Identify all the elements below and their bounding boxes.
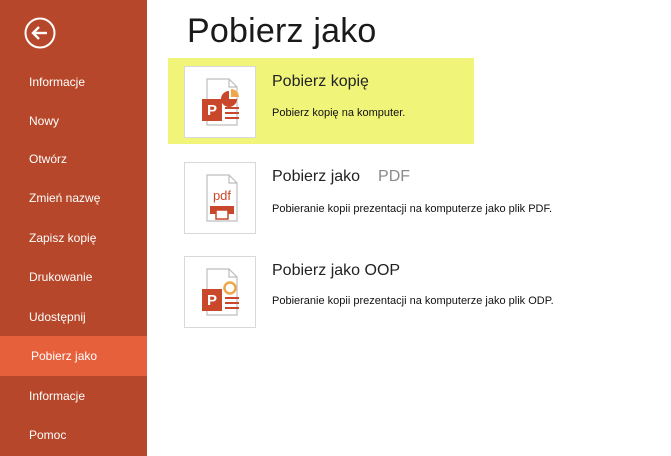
- back-button[interactable]: [24, 17, 56, 49]
- sidebar-item-zmien-nazwe[interactable]: Zmień nazwę: [0, 178, 147, 218]
- option-title: Pobierz jako PDF: [272, 168, 411, 185]
- sidebar-item-pobierz-jako[interactable]: Pobierz jako: [0, 336, 147, 376]
- option-tile: pdf: [184, 162, 256, 234]
- sidebar: Informacje Nowy Otwórz Zmień nazwę Zapis…: [0, 0, 147, 456]
- option-description: Pobieranie kopii prezentacji na komputer…: [272, 203, 553, 215]
- option-description: Pobierz kopię na komputer.: [272, 107, 406, 119]
- pdf-file-icon: pdf: [206, 174, 238, 222]
- option-description: Pobieranie kopii prezentacji na komputer…: [272, 295, 554, 307]
- sidebar-item-zapisz-kopie[interactable]: Zapisz kopię: [0, 218, 147, 258]
- sidebar-item-drukowanie[interactable]: Drukowanie: [0, 257, 147, 297]
- svg-text:P: P: [207, 102, 217, 119]
- option-tile: P: [184, 256, 256, 328]
- option-pobierz-jako-odp[interactable]: P Pobierz jako OOP Pobieranie kopii prez…: [168, 248, 554, 334]
- svg-text:P: P: [207, 292, 217, 309]
- option-pobierz-jako-pdf[interactable]: pdf Pobierz jako PDF Pobieranie kopii pre…: [168, 154, 552, 240]
- powerpoint-file-icon: P: [202, 78, 239, 126]
- svg-text:pdf: pdf: [213, 188, 231, 203]
- sidebar-item-nowy[interactable]: Nowy: [0, 101, 147, 141]
- option-tile: P: [184, 66, 256, 138]
- format-label: PDF: [378, 168, 411, 185]
- option-title: Pobierz kopię: [272, 73, 369, 90]
- back-arrow-icon: [24, 17, 56, 49]
- sidebar-item-informacje[interactable]: Informacje: [0, 62, 147, 102]
- option-title: Pobierz jako OOP: [272, 262, 401, 279]
- option-pobierz-kopie[interactable]: P Pobierz kopię Pobierz kopię na kompute…: [168, 58, 474, 144]
- page-title: Pobierz jako: [187, 12, 377, 50]
- sidebar-item-pomoc[interactable]: Pomoc: [0, 415, 147, 455]
- sidebar-item-otworz[interactable]: Otwórz: [0, 139, 147, 179]
- sidebar-item-informacje-2[interactable]: Informacje: [0, 376, 147, 416]
- sidebar-item-udostepnij[interactable]: Udostępnij: [0, 297, 147, 337]
- odp-file-icon: P: [202, 268, 239, 316]
